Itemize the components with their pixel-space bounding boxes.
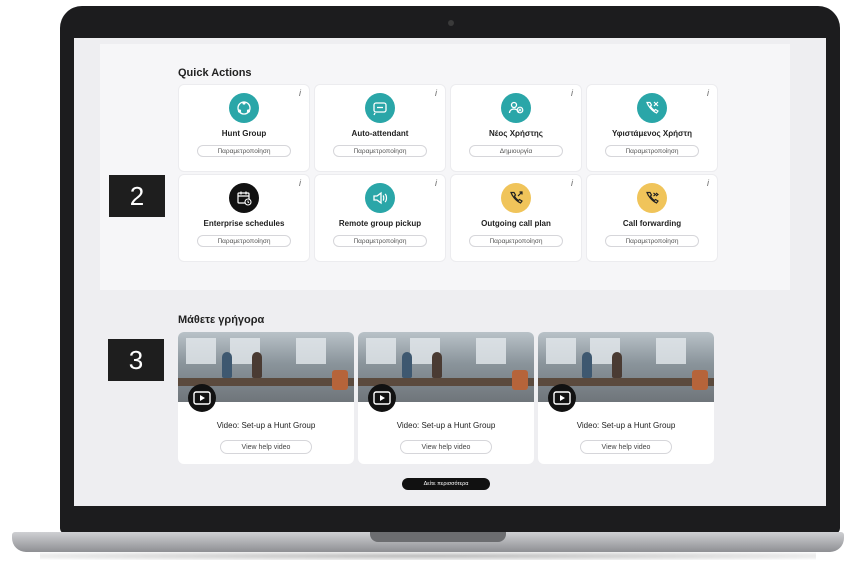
video-title: Video: Set-up a Hunt Group: [576, 421, 676, 430]
call-forwarding-icon: [637, 183, 667, 213]
laptop-screen: Quick Actions i Hunt Group Παραμετροποίη…: [74, 38, 826, 506]
laptop-hinge-notch: [370, 532, 506, 542]
play-video-icon[interactable]: [188, 384, 216, 412]
quick-action-card-outgoing-call-plan[interactable]: i Outgoing call plan Παραμετροποίηση: [450, 174, 582, 262]
play-video-icon[interactable]: [548, 384, 576, 412]
card-label: Remote group pickup: [338, 219, 422, 228]
video-title: Video: Set-up a Hunt Group: [216, 421, 316, 430]
existing-user-icon: [637, 93, 667, 123]
video-card[interactable]: Video: Set-up a Hunt Group View help vid…: [178, 332, 354, 464]
configure-button[interactable]: Παραμετροποίηση: [605, 235, 699, 247]
info-icon[interactable]: i: [435, 88, 437, 98]
info-icon[interactable]: i: [571, 88, 573, 98]
play-video-icon[interactable]: [368, 384, 396, 412]
video-title: Video: Set-up a Hunt Group: [396, 421, 496, 430]
card-label: Νέος Χρήστης: [489, 129, 543, 138]
quick-action-card-hunt-group[interactable]: i Hunt Group Παραμετροποίηση: [178, 84, 310, 172]
card-label: Outgoing call plan: [481, 219, 551, 228]
info-icon[interactable]: i: [571, 178, 573, 188]
configure-button[interactable]: Παραμετροποίηση: [197, 235, 291, 247]
video-card[interactable]: Video: Set-up a Hunt Group View help vid…: [538, 332, 714, 464]
configure-button[interactable]: Παραμετροποίηση: [333, 235, 427, 247]
auto-attendant-icon: [365, 93, 395, 123]
callout-number-3: 3: [108, 339, 164, 381]
create-button[interactable]: Δημιουργία: [469, 145, 563, 157]
card-label: Υφιστάμενος Χρήστη: [612, 129, 692, 138]
info-icon[interactable]: i: [299, 178, 301, 188]
callout-number-2: 2: [109, 175, 165, 217]
info-icon[interactable]: i: [299, 88, 301, 98]
configure-button[interactable]: Παραμετροποίηση: [333, 145, 427, 157]
new-user-icon: [501, 93, 531, 123]
configure-button[interactable]: Παραμετροποίηση: [197, 145, 291, 157]
view-help-video-button[interactable]: View help video: [400, 440, 492, 454]
configure-button[interactable]: Παραμετροποίηση: [469, 235, 563, 247]
quick-action-card-new-user[interactable]: i Νέος Χρήστης Δημιουργία: [450, 84, 582, 172]
video-card[interactable]: Video: Set-up a Hunt Group View help vid…: [358, 332, 534, 464]
card-label: Call forwarding: [622, 219, 682, 228]
quick-actions-title: Quick Actions: [178, 67, 252, 79]
quick-action-card-call-forwarding[interactable]: i Call forwarding Παραμετροποίηση: [586, 174, 718, 262]
info-icon[interactable]: i: [435, 178, 437, 188]
card-label: Hunt Group: [221, 129, 267, 138]
hunt-group-icon: [229, 93, 259, 123]
learn-quickly-title: Μάθετε γρήγορα: [178, 314, 265, 326]
calendar-clock-icon: [229, 183, 259, 213]
view-help-video-button[interactable]: View help video: [580, 440, 672, 454]
quick-action-card-auto-attendant[interactable]: i Auto-attendant Παραμετροποίηση: [314, 84, 446, 172]
quick-action-card-remote-group-pickup[interactable]: i Remote group pickup Παραμετροποίηση: [314, 174, 446, 262]
outgoing-call-icon: [501, 183, 531, 213]
card-label: Enterprise schedules: [203, 219, 285, 228]
card-label: Auto-attendant: [351, 129, 409, 138]
remote-pickup-icon: [365, 183, 395, 213]
laptop-shadow: [40, 552, 816, 560]
quick-action-card-existing-user[interactable]: i Υφιστάμενος Χρήστη Παραμετροποίηση: [586, 84, 718, 172]
info-icon[interactable]: i: [707, 178, 709, 188]
camera-dot: [448, 20, 454, 26]
view-help-video-button[interactable]: View help video: [220, 440, 312, 454]
info-icon[interactable]: i: [707, 88, 709, 98]
see-more-button[interactable]: Δείτε περισσότερα: [402, 478, 490, 490]
configure-button[interactable]: Παραμετροποίηση: [605, 145, 699, 157]
quick-action-card-enterprise-schedules[interactable]: i Enterprise schedules Παραμετροποίηση: [178, 174, 310, 262]
